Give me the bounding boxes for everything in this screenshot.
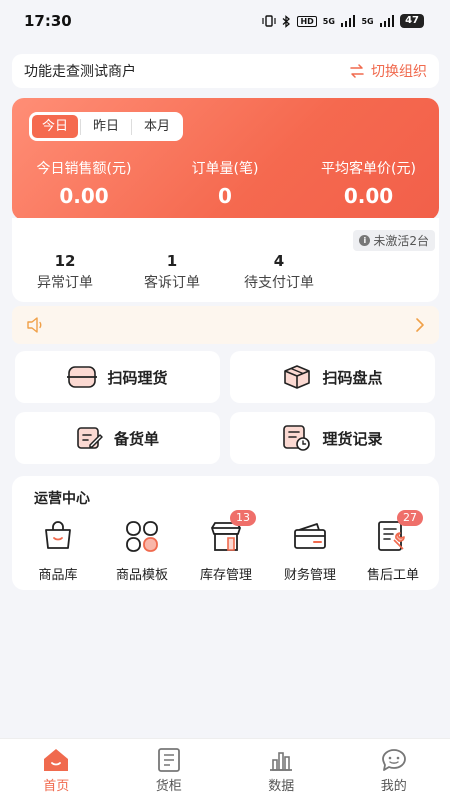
order-count: 12 bbox=[54, 252, 76, 270]
ops-item-finance-management[interactable]: 财务管理 bbox=[268, 518, 352, 583]
order-label: 待支付订单 bbox=[244, 275, 314, 291]
ops-label: 售后工单 bbox=[366, 568, 419, 583]
switch-org-label: 切换组织 bbox=[371, 64, 427, 80]
tab-today[interactable]: 今日 bbox=[32, 115, 79, 138]
order-label: 异常订单 bbox=[37, 275, 93, 291]
ops-item-product-library[interactable]: 商品库 bbox=[16, 518, 100, 583]
tab-yesterday[interactable]: 昨日 bbox=[83, 115, 129, 138]
metric-value: 0 bbox=[218, 184, 232, 208]
period-tabs: 今日 昨日 本月 bbox=[29, 112, 184, 141]
status-icons: HD 5G 5G 47 bbox=[262, 14, 424, 28]
ops-label: 商品模板 bbox=[115, 568, 168, 583]
action-label: 扫码理货 bbox=[107, 368, 168, 387]
metric-label: 订单量(笔) bbox=[191, 161, 259, 177]
scan-inventory-box-icon bbox=[284, 365, 311, 389]
scan-inventory-button[interactable]: 扫码盘点 bbox=[230, 351, 435, 403]
merchant-bar: 功能走查测试商户 切换组织 bbox=[12, 54, 439, 88]
tab-divider bbox=[80, 118, 82, 135]
scan-restock-icon bbox=[67, 366, 98, 388]
abnormal-orders[interactable]: 12 异常订单 bbox=[26, 252, 104, 292]
metric-sales: 今日销售额(元) 0.00 bbox=[24, 158, 144, 208]
cabinet-icon bbox=[157, 748, 180, 772]
metric-label: 今日销售额(元) bbox=[36, 161, 132, 177]
after-sales-badge: 27 bbox=[397, 510, 423, 526]
ops-label: 库存管理 bbox=[199, 568, 252, 583]
battery-icon: 47 bbox=[400, 14, 424, 28]
ops-item-inventory-management[interactable]: 13 库存管理 bbox=[184, 510, 268, 583]
order-count: 4 bbox=[273, 252, 285, 270]
bar-chart-icon bbox=[270, 752, 293, 771]
wrench-doc-icon: 27 bbox=[375, 510, 423, 554]
switch-org-button[interactable]: 切换组织 bbox=[349, 61, 427, 81]
bluetooth-icon bbox=[283, 14, 291, 28]
signal-icon bbox=[340, 15, 356, 27]
metric-value: 0.00 bbox=[343, 184, 394, 208]
metric-order-count: 订单量(笔) 0 bbox=[165, 158, 285, 208]
inactive-devices-label: 未激活2台 bbox=[373, 234, 429, 248]
restock-record-button[interactable]: 理货记录 bbox=[230, 412, 435, 464]
status-bar: 17:30 HD 5G 5G 47 bbox=[0, 0, 450, 42]
nav-label: 数据 bbox=[268, 779, 295, 794]
ops-label: 财务管理 bbox=[283, 568, 336, 583]
nav-cabinet[interactable]: 货柜 bbox=[113, 739, 226, 800]
scan-restock-button[interactable]: 扫码理货 bbox=[15, 351, 220, 403]
tab-this-month[interactable]: 本月 bbox=[134, 115, 180, 138]
tab-divider bbox=[131, 118, 133, 135]
ops-item-after-sales-ticket[interactable]: 27 售后工单 bbox=[351, 510, 435, 583]
action-label: 备货单 bbox=[113, 429, 159, 448]
metric-value: 0.00 bbox=[59, 184, 109, 208]
store-icon: 13 bbox=[208, 510, 256, 554]
metric-label: 平均客单价(元) bbox=[321, 161, 416, 177]
action-label: 扫码盘点 bbox=[322, 368, 383, 387]
ops-item-product-template[interactable]: 商品模板 bbox=[100, 518, 184, 583]
network-5g-label: 5G bbox=[322, 16, 335, 26]
inactive-devices-badge[interactable]: i 未激活2台 bbox=[353, 230, 435, 251]
order-label: 客诉订单 bbox=[144, 275, 200, 291]
wallet-icon bbox=[292, 518, 328, 554]
bottom-nav: 首页 货柜 数据 我的 bbox=[0, 738, 450, 800]
stock-order-button[interactable]: 备货单 bbox=[15, 412, 220, 464]
inventory-badge: 13 bbox=[230, 510, 256, 526]
status-time: 17:30 bbox=[24, 12, 72, 30]
info-icon: i bbox=[359, 235, 371, 246]
speaker-icon bbox=[27, 317, 42, 333]
chevron-right-icon bbox=[416, 318, 424, 332]
switch-arrows-icon bbox=[350, 64, 364, 78]
network-5g-label-2: 5G bbox=[361, 16, 374, 26]
sales-summary-card: 今日 昨日 本月 今日销售额(元) 0.00 订单量(笔) 0 平均客单价(元)… bbox=[12, 98, 439, 220]
nav-profile[interactable]: 我的 bbox=[338, 739, 450, 800]
nav-home[interactable]: 首页 bbox=[0, 739, 113, 800]
ops-label: 商品库 bbox=[38, 568, 78, 583]
nav-label: 我的 bbox=[380, 779, 407, 794]
ops-title: 运营中心 bbox=[34, 491, 90, 507]
nav-data[interactable]: 数据 bbox=[225, 739, 338, 800]
merchant-name: 功能走查测试商户 bbox=[24, 64, 136, 80]
order-count: 1 bbox=[166, 252, 178, 270]
signal-icon-2 bbox=[379, 15, 395, 27]
shopping-bag-icon bbox=[40, 518, 76, 554]
stock-order-icon bbox=[77, 427, 103, 449]
template-grid-icon bbox=[124, 518, 160, 554]
nav-label: 首页 bbox=[43, 779, 70, 794]
vibrate-icon bbox=[262, 15, 277, 27]
hd-badge: HD bbox=[297, 15, 317, 27]
notice-bar[interactable] bbox=[12, 306, 439, 344]
operations-center-card: 运营中心 商品库 商品模板 13 库存管理 财务管理 27 售后工单 bbox=[12, 476, 439, 590]
restock-record-icon bbox=[283, 425, 311, 451]
home-icon bbox=[44, 749, 69, 771]
pending-payment-orders[interactable]: 4 待支付订单 bbox=[232, 252, 326, 292]
complaint-orders[interactable]: 1 客诉订单 bbox=[132, 252, 212, 292]
action-label: 理货记录 bbox=[322, 429, 383, 448]
nav-label: 货柜 bbox=[155, 779, 182, 794]
profile-icon bbox=[381, 749, 406, 771]
orders-card: i 未激活2台 12 异常订单 1 客诉订单 4 待支付订单 bbox=[12, 218, 439, 302]
metric-avg-price: 平均客单价(元) 0.00 bbox=[306, 158, 431, 208]
